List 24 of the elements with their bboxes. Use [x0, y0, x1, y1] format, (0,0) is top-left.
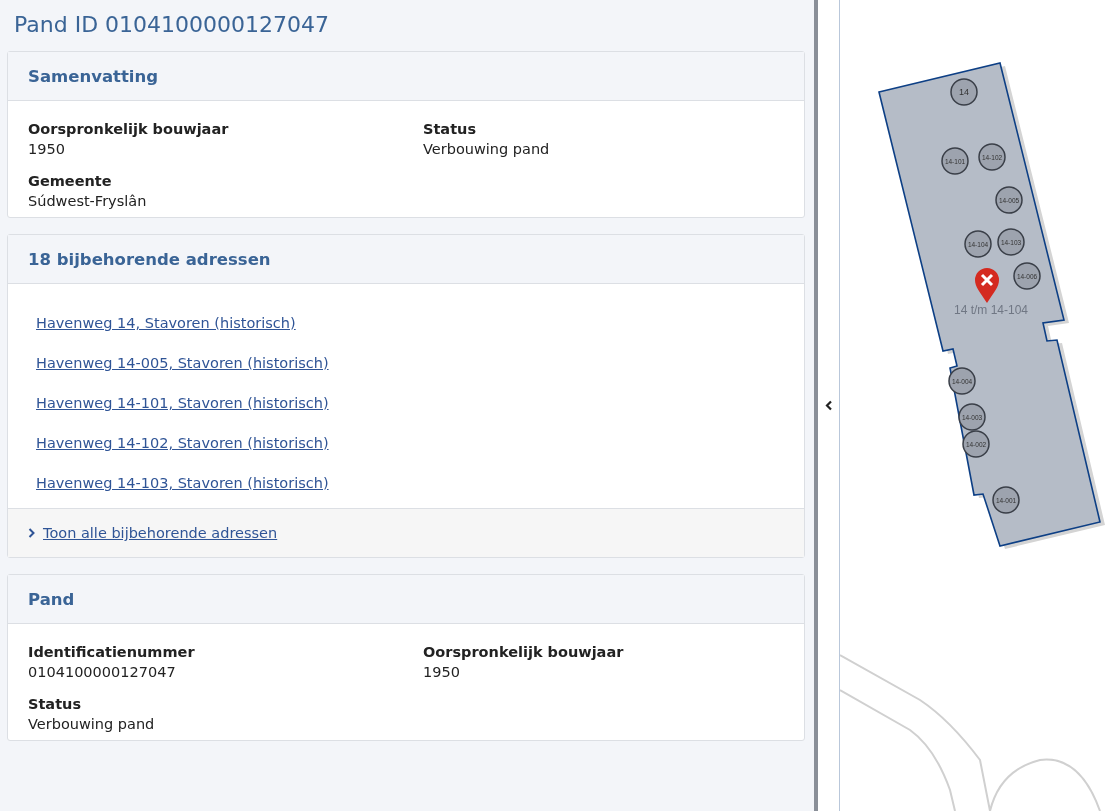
field-value: Verbouwing pand — [28, 716, 156, 732]
field-value: Súdwest-Fryslân — [28, 193, 148, 209]
show-all-link[interactable]: Toon alle bijbehorende adressen — [43, 523, 278, 543]
field-label: Gemeente — [28, 173, 113, 189]
section-title: Samenvatting — [28, 66, 159, 86]
address-range-label: 14 t/m 14-104 — [954, 303, 1028, 317]
section-title: 18 bijbehorende adressen — [28, 249, 271, 269]
field-value: Verbouwing pand — [423, 141, 551, 157]
field-value: 1950 — [423, 664, 461, 680]
field-label: Oorspronkelijk bouwjaar — [423, 644, 625, 660]
address-marker[interactable]: 14 — [950, 78, 978, 106]
field-label: Oorspronkelijk bouwjaar — [28, 121, 230, 137]
field-label: Status — [28, 696, 83, 712]
address-link[interactable]: Havenweg 14, Stavoren (historisch) — [36, 313, 296, 333]
field-label: Identificatienummer — [28, 644, 196, 660]
field-value: 0104100000127047 — [28, 664, 177, 680]
address-link[interactable]: Havenweg 14-101, Stavoren (historisch) — [36, 393, 329, 413]
address-link[interactable]: Havenweg 14-102, Stavoren (historisch) — [36, 433, 329, 453]
field-value: 1950 — [28, 141, 66, 157]
address-link[interactable]: Havenweg 14-103, Stavoren (historisch) — [36, 473, 329, 493]
address-link[interactable]: Havenweg 14-005, Stavoren (historisch) — [36, 353, 329, 373]
field-label: Status — [423, 121, 478, 137]
section-title: Pand — [28, 589, 75, 609]
page-title: Pand ID 0104100000127047 — [13, 11, 331, 39]
